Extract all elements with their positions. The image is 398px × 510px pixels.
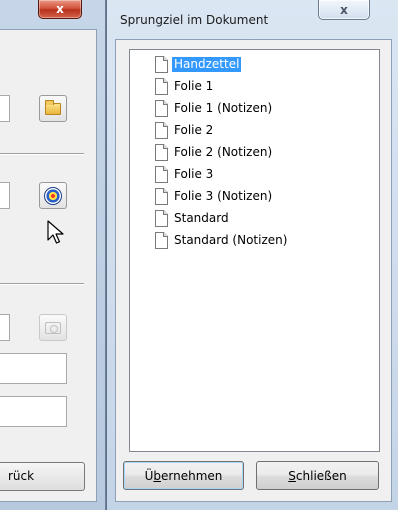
tree-item-label: Handzettel bbox=[172, 57, 242, 72]
tree-item-label: Folie 2 bbox=[174, 123, 214, 137]
close-button[interactable]: Schließen bbox=[256, 461, 379, 490]
document-icon bbox=[155, 100, 168, 117]
apply-button-label: Übernehmen bbox=[144, 468, 223, 483]
close-button-label: Schließen bbox=[288, 468, 347, 483]
tree-item[interactable]: Folie 1 bbox=[155, 76, 215, 97]
tree-item-label: Folie 2 (Notizen) bbox=[174, 145, 273, 159]
tree-item-label: Standard (Notizen) bbox=[174, 233, 288, 247]
back-button[interactable]: rück bbox=[0, 462, 85, 491]
tree-item[interactable]: Folie 1 (Notizen) bbox=[155, 98, 274, 119]
document-icon bbox=[155, 78, 168, 95]
tree-item[interactable]: Folie 3 bbox=[155, 164, 215, 185]
document-icon bbox=[155, 166, 168, 183]
tree-item-label: Folie 3 (Notizen) bbox=[174, 189, 273, 203]
target-in-document-button[interactable] bbox=[39, 182, 67, 209]
dialog-close-button[interactable]: x bbox=[318, 0, 370, 20]
separator bbox=[0, 153, 84, 155]
tree-item[interactable]: Folie 2 bbox=[155, 120, 215, 141]
document-icon bbox=[155, 144, 168, 161]
tree-item[interactable]: Standard bbox=[155, 208, 231, 229]
document-icon bbox=[155, 122, 168, 139]
tree-item[interactable]: Folie 3 (Notizen) bbox=[155, 186, 274, 207]
document-icon bbox=[155, 210, 168, 227]
target-tree-list[interactable]: Handzettel Folie 1 Folie 1 (Notizen) Folie … bbox=[129, 49, 380, 452]
tree-item-label: Folie 3 bbox=[174, 167, 214, 181]
back-button-label: rück bbox=[8, 469, 35, 483]
apply-button[interactable]: Übernehmen bbox=[123, 461, 244, 490]
tree-item[interactable]: Handzettel bbox=[155, 54, 242, 75]
frame-field[interactable] bbox=[0, 353, 67, 384]
background-dialog-client: rück bbox=[0, 29, 97, 502]
separator bbox=[0, 283, 84, 285]
open-folder-button[interactable] bbox=[39, 95, 67, 122]
dialog-title: Sprungziel im Dokument bbox=[120, 13, 269, 27]
close-icon: x bbox=[56, 2, 64, 16]
event-field[interactable] bbox=[0, 314, 10, 341]
background-close-button[interactable]: x bbox=[38, 0, 82, 19]
mouse-cursor-icon bbox=[47, 220, 64, 244]
document-icon bbox=[155, 188, 168, 205]
macro-button[interactable] bbox=[39, 314, 67, 341]
target-field[interactable] bbox=[0, 182, 10, 209]
target-in-document-dialog: Sprungziel im Dokument x Handzettel Folie… bbox=[106, 0, 398, 510]
dialog-client: Handzettel Folie 1 Folie 1 (Notizen) Folie … bbox=[115, 39, 392, 502]
path-field[interactable] bbox=[0, 95, 10, 122]
tree-item[interactable]: Standard (Notizen) bbox=[155, 230, 289, 251]
document-icon bbox=[155, 56, 168, 73]
background-dialog: x rück bbox=[0, 0, 106, 510]
close-icon: x bbox=[340, 2, 348, 17]
folder-icon bbox=[45, 99, 61, 115]
document-icon bbox=[155, 232, 168, 249]
target-icon bbox=[44, 186, 62, 205]
text-field[interactable] bbox=[0, 396, 67, 427]
tree-item-label: Folie 1 bbox=[174, 79, 214, 93]
tree-item-label: Standard bbox=[174, 211, 229, 225]
camera-icon bbox=[45, 321, 61, 334]
tree-item[interactable]: Folie 2 (Notizen) bbox=[155, 142, 274, 163]
tree-item-label: Folie 1 (Notizen) bbox=[174, 101, 273, 115]
